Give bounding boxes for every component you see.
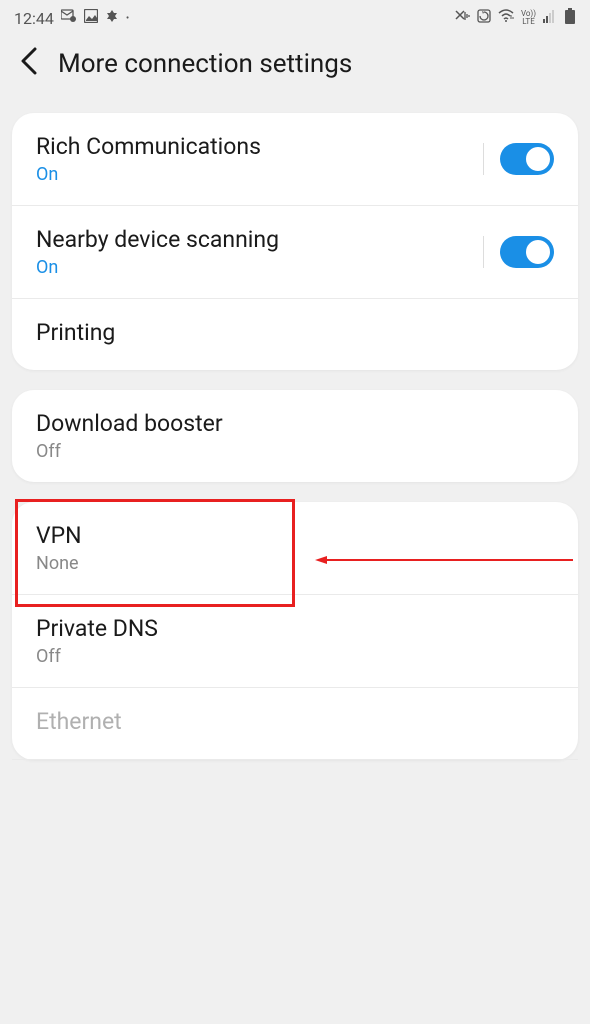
settings-group-3: VPN None Private DNS Off Ethernet <box>12 502 578 760</box>
page-title: More connection settings <box>58 49 352 79</box>
download-booster-row[interactable]: Download booster Off <box>12 390 578 482</box>
wifi-icon <box>498 9 514 27</box>
settings-group-2: Download booster Off <box>12 390 578 482</box>
download-booster-status: Off <box>36 441 554 462</box>
settings-group-1: Rich Communications On Nearby device sca… <box>12 113 578 370</box>
vpn-row[interactable]: VPN None <box>12 502 578 595</box>
nearby-scanning-status: On <box>36 257 483 278</box>
rich-communications-status: On <box>36 164 483 185</box>
ethernet-title: Ethernet <box>36 708 554 735</box>
header: More connection settings <box>0 30 590 113</box>
private-dns-status: Off <box>36 646 554 667</box>
puzzle-icon <box>105 9 119 27</box>
printing-row[interactable]: Printing <box>12 299 578 370</box>
image-icon <box>84 9 98 27</box>
private-dns-row[interactable]: Private DNS Off <box>12 595 578 688</box>
nearby-scanning-title: Nearby device scanning <box>36 226 483 253</box>
signal-icon <box>543 9 557 27</box>
back-button[interactable] <box>20 45 38 83</box>
rich-communications-row[interactable]: Rich Communications On <box>12 113 578 206</box>
ethernet-row[interactable]: Ethernet <box>12 688 578 760</box>
printing-title: Printing <box>36 319 554 346</box>
nearby-scanning-row[interactable]: Nearby device scanning On <box>12 206 578 299</box>
rich-communications-toggle[interactable] <box>500 143 554 175</box>
status-right: Vo)) LTE <box>454 8 576 28</box>
recycle-icon <box>477 9 491 27</box>
divider <box>483 143 484 175</box>
vpn-status: None <box>36 553 554 574</box>
download-booster-title: Download booster <box>36 410 554 437</box>
lte-icon: Vo)) LTE <box>521 10 536 26</box>
status-left: 12:44 • <box>14 9 129 28</box>
private-dns-title: Private DNS <box>36 615 554 642</box>
vibrate-icon <box>454 9 470 27</box>
status-time: 12:44 <box>14 9 54 28</box>
vpn-title: VPN <box>36 522 554 549</box>
dot-icon: • <box>126 13 129 24</box>
rich-communications-title: Rich Communications <box>36 133 483 160</box>
battery-icon <box>564 8 576 28</box>
email-icon <box>61 9 77 27</box>
status-bar: 12:44 • Vo)) LTE <box>0 0 590 30</box>
nearby-scanning-toggle[interactable] <box>500 236 554 268</box>
divider <box>483 236 484 268</box>
